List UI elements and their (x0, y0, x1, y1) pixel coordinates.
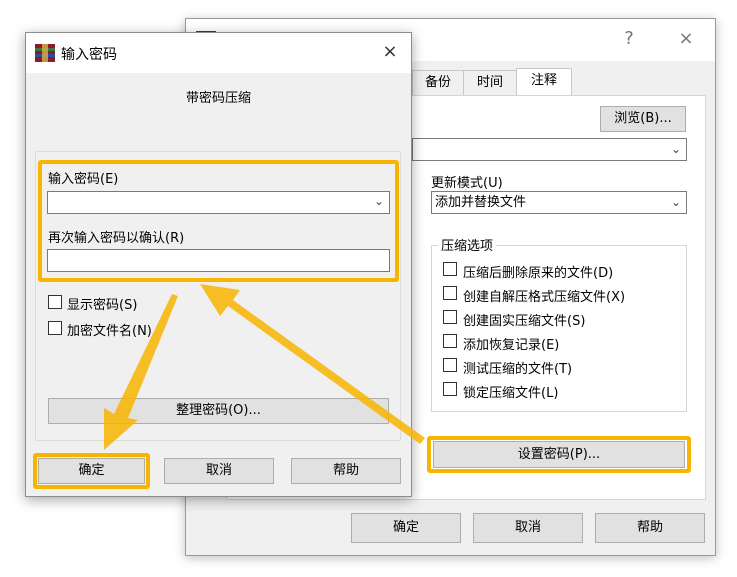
arrow-to-password-fields (200, 284, 425, 444)
arrow-to-ok (104, 294, 178, 450)
annotation-arrows (104, 284, 425, 450)
